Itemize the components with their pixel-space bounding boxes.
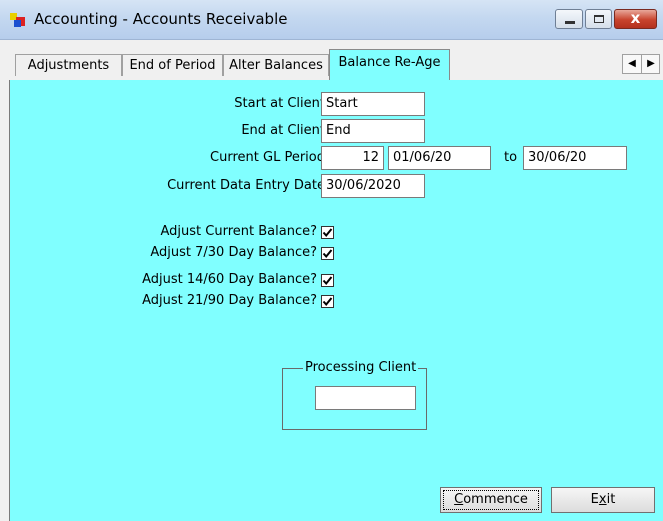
maximize-icon [594,15,604,23]
adjust-14-60-checkbox[interactable] [321,274,334,287]
end-client-input[interactable]: End [321,119,425,143]
checkmark-icon [322,276,333,286]
tab-scroll-left-icon[interactable]: ◀ [623,55,642,73]
tab-strip: Adjustments End of Period Alter Balances… [0,40,663,80]
gl-period-input[interactable]: 12 [321,146,384,170]
adjust-current-checkbox[interactable] [321,226,334,239]
balance-re-age-panel: Start at Client Start End at Client End … [9,80,663,521]
app-icon [10,13,26,29]
gl-period-from-input[interactable]: 01/06/20 [388,146,491,170]
minimize-icon [565,21,575,24]
gl-period-label: Current GL Period [210,150,325,165]
adjust-7-30-label: Adjust 7/30 Day Balance? [150,245,317,260]
title-bar[interactable]: Accounting - Accounts Receivable x [0,0,663,40]
close-button[interactable]: x [614,9,657,29]
window-title: Accounting - Accounts Receivable [34,10,288,28]
exit-button[interactable]: Exit [551,487,655,513]
start-client-label: Start at Client [234,96,325,111]
processing-client-group: Processing Client [282,360,427,430]
checkmark-icon [322,297,333,307]
processing-client-field [315,386,416,410]
exit-label-accel: x [598,492,607,507]
processing-client-title: Processing Client [303,360,419,375]
checkmark-icon [322,228,333,238]
tab-balance-re-age[interactable]: Balance Re-Age [329,49,450,80]
gl-period-to-input[interactable]: 30/06/20 [523,146,627,170]
commence-label-post: ommence [463,492,528,507]
start-client-input[interactable]: Start [321,92,425,116]
data-entry-date-input[interactable]: 30/06/2020 [321,174,425,198]
data-entry-date-label: Current Data Entry Date [167,178,325,193]
tab-alter-balances[interactable]: Alter Balances [223,54,329,76]
end-client-label: End at Client [241,123,325,138]
commence-button[interactable]: Commence [440,487,542,513]
commence-label-accel: C [454,492,464,507]
tab-adjustments[interactable]: Adjustments [15,54,122,76]
tab-scroll-arrows: ◀ ▶ [622,54,660,74]
close-icon: x [630,9,641,27]
adjust-21-90-label: Adjust 21/90 Day Balance? [142,293,317,308]
exit-label-pre: E [590,492,599,507]
to-label: to [504,150,518,165]
tab-scroll-right-icon[interactable]: ▶ [642,55,660,73]
adjust-7-30-checkbox[interactable] [321,247,334,260]
adjust-21-90-checkbox[interactable] [321,295,334,308]
adjust-14-60-label: Adjust 14/60 Day Balance? [142,272,317,287]
exit-label-post: it [606,492,616,507]
adjust-current-label: Adjust Current Balance? [160,224,317,239]
tab-end-of-period[interactable]: End of Period [122,54,223,76]
checkmark-icon [322,249,333,259]
maximize-button[interactable] [585,9,612,29]
minimize-button[interactable] [555,9,583,29]
